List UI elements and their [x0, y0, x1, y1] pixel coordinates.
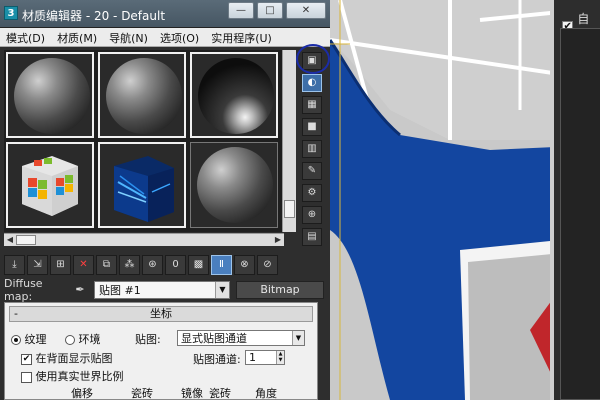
material-id-channel-icon[interactable]: 0	[165, 255, 186, 275]
reset-map-icon[interactable]: ✕	[73, 255, 94, 275]
sample-slots	[4, 50, 296, 232]
eyedropper-icon[interactable]: ✒	[72, 283, 88, 296]
title-bar[interactable]: 3 材质编辑器 - 20 - Default — □ ✕	[0, 0, 330, 28]
sample-slot-1[interactable]	[6, 52, 94, 138]
rollout-title: 坐标	[150, 307, 172, 320]
mapping-label: 贴图:	[135, 333, 161, 346]
tiling-header: 瓷砖	[131, 387, 153, 400]
show-map-back-label: 在背面显示贴图	[35, 352, 113, 365]
windows-logo-cube	[22, 156, 78, 216]
show-shaded-in-viewport-icon[interactable]: ▩	[188, 255, 209, 275]
window-title: 材质编辑器 - 20 - Default	[22, 9, 166, 23]
blue-light-cube	[114, 156, 174, 222]
make-preview-icon[interactable]: ✎	[302, 162, 322, 180]
put-to-library-icon[interactable]: ⊛	[142, 255, 163, 275]
mapping-value: 显式贴图通道	[181, 332, 247, 345]
scrollbar-thumb[interactable]	[16, 235, 36, 245]
maximize-button[interactable]: □	[257, 2, 283, 19]
real-world-checkbox[interactable]	[21, 371, 32, 383]
sample-slot-5[interactable]	[98, 142, 186, 228]
close-button[interactable]: ✕	[286, 2, 326, 19]
map-type-button[interactable]: Bitmap	[236, 280, 324, 299]
scrollbar-thumb[interactable]	[284, 200, 295, 218]
angle-header: 角度	[255, 387, 277, 400]
real-world-label: 使用真实世界比例	[35, 370, 124, 383]
material-map-navigator-icon[interactable]: ▤	[302, 228, 322, 246]
bottom-toolbar: ⤓ ⇲ ⊞ ✕ ⧉ ⁂ ⊛ 0 ▩ Ⅱ ⊗ ⊘	[4, 254, 326, 276]
sample-slot-3[interactable]	[190, 52, 278, 138]
show-map-back-checkbox[interactable]: ✔	[21, 353, 32, 365]
spinner-arrows-icon[interactable]: ▲ ▼	[276, 351, 284, 364]
material-sphere	[14, 58, 90, 134]
backlight-icon[interactable]: ◐	[302, 74, 322, 92]
menu-bar: 模式(D) 材质(M) 导航(N) 选项(O) 实用程序(U)	[0, 28, 330, 47]
menu-utilities[interactable]: 实用程序(U)	[205, 28, 278, 46]
menu-mode[interactable]: 模式(D)	[0, 28, 51, 46]
chevron-down-icon[interactable]: ▼	[292, 331, 304, 345]
material-sphere	[106, 58, 182, 134]
make-unique-icon[interactable]: ⁂	[119, 255, 140, 275]
map-channel-value: 1	[249, 351, 256, 364]
offset-header: 偏移	[71, 387, 93, 400]
video-color-check-icon[interactable]: ▥	[302, 140, 322, 158]
coordinates-rollout: - 坐标 纹理 环境 贴图: 显式贴图通道 ▼ ✔ 在背面显示贴图 贴图通道:	[4, 302, 318, 400]
map-name-row: Diffuse map: ✒ 贴图 #1 ▼ Bitmap	[4, 277, 326, 303]
3ds-max-icon: 3	[4, 6, 18, 20]
rollout-header[interactable]: - 坐标	[9, 306, 313, 322]
sample-slot-2[interactable]	[98, 52, 186, 138]
map-channel-label: 贴图通道:	[193, 353, 241, 366]
mode-environ-label: 环境	[78, 333, 101, 346]
mirror-header: 镜像	[181, 387, 203, 400]
background-checker-icon[interactable]: ▦	[302, 96, 322, 114]
options-icon[interactable]: ⚙	[302, 184, 322, 202]
slots-vertical-scrollbar[interactable]	[282, 50, 296, 232]
go-to-parent-icon[interactable]: ⊗	[234, 255, 255, 275]
sample-slot-4[interactable]	[6, 142, 94, 228]
radio-environ[interactable]	[65, 335, 75, 345]
material-sphere	[198, 58, 274, 134]
annotation-circle	[296, 44, 330, 74]
collapse-icon[interactable]: -	[14, 307, 18, 321]
menu-material[interactable]: 材质(M)	[51, 28, 103, 46]
show-map-back-option[interactable]: ✔ 在背面显示贴图	[21, 350, 113, 366]
map-name-value: 贴图 #1	[99, 283, 141, 297]
sample-uv-icon[interactable]: ■	[302, 118, 322, 136]
material-editor-window: 3 材质编辑器 - 20 - Default — □ ✕ 模式(D) 材质(M)…	[0, 0, 330, 400]
tile-header: 瓷砖	[209, 387, 231, 400]
minimize-button[interactable]: —	[228, 2, 254, 19]
mode-texture-label: 纹理	[24, 333, 47, 346]
side-panel: ✔ 自动	[550, 0, 600, 400]
assign-to-selection-icon[interactable]: ⊞	[50, 255, 71, 275]
menu-navigation[interactable]: 导航(N)	[103, 28, 154, 46]
make-copy-icon[interactable]: ⧉	[96, 255, 117, 275]
select-by-material-icon[interactable]: ⊕	[302, 206, 322, 224]
mode-environ-option[interactable]: 环境	[65, 331, 101, 347]
menu-options[interactable]: 选项(O)	[154, 28, 205, 46]
mode-texture-option[interactable]: 纹理	[11, 331, 47, 347]
radio-texture[interactable]	[11, 335, 21, 345]
side-toolbar: ▣ ◐ ▦ ■ ▥ ✎ ⚙ ⊕ ▤	[298, 50, 326, 246]
side-panel-list	[560, 28, 600, 400]
show-end-result-icon[interactable]: Ⅱ	[211, 255, 232, 275]
sample-slot-6[interactable]	[190, 142, 278, 228]
go-forward-to-sibling-icon[interactable]: ⊘	[257, 255, 278, 275]
material-sphere	[197, 147, 273, 223]
scroll-right-icon[interactable]: ▶	[272, 234, 284, 246]
slots-horizontal-scrollbar[interactable]: ◀ ▶	[4, 233, 284, 246]
mapping-select[interactable]: 显式贴图通道 ▼	[177, 330, 305, 346]
map-channel-spinner[interactable]: 1 ▲ ▼	[245, 350, 285, 365]
put-to-scene-icon[interactable]: ⇲	[27, 255, 48, 275]
diffuse-map-label: Diffuse map:	[4, 276, 43, 303]
real-world-option[interactable]: 使用真实世界比例	[21, 368, 124, 384]
chevron-down-icon[interactable]: ▼	[215, 281, 229, 298]
scroll-left-icon[interactable]: ◀	[4, 234, 16, 246]
get-material-icon[interactable]: ⤓	[4, 255, 25, 275]
map-name-combo[interactable]: 贴图 #1 ▼	[94, 280, 230, 299]
